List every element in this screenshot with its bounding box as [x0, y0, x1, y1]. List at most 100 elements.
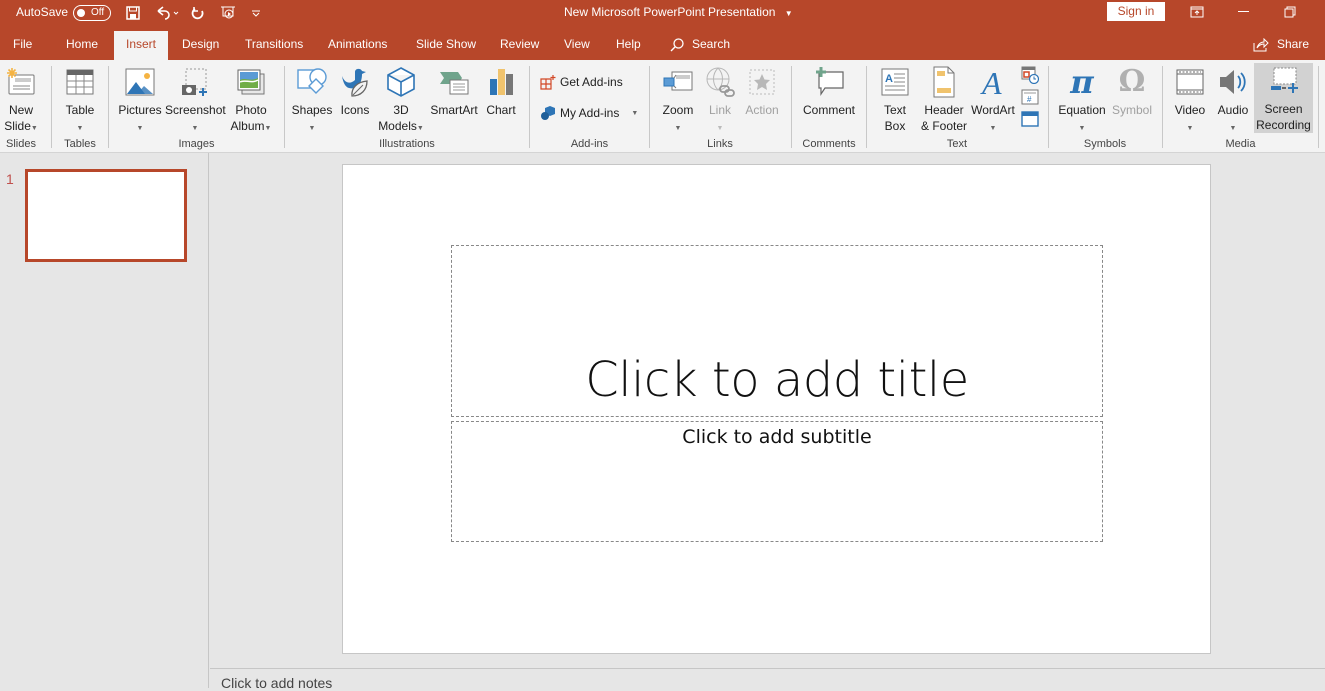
- share-label: Share: [1277, 37, 1310, 51]
- group-illustrations: Shapes ▼ Icons 3D Models▼ SmartArt Chart…: [285, 60, 529, 152]
- customize-toolbar-icon[interactable]: [247, 4, 265, 22]
- 3d-models-button[interactable]: 3D Models▼: [377, 64, 425, 137]
- chart-icon: [483, 64, 519, 100]
- dropdown-caret-icon: ▼: [1229, 125, 1237, 132]
- smartart-button[interactable]: SmartArt: [427, 64, 481, 118]
- search-icon: [670, 37, 684, 51]
- audio-button[interactable]: Audio ▼: [1213, 64, 1253, 137]
- 3d-models-label-2: Models: [378, 119, 417, 133]
- svg-text:#: #: [1027, 95, 1032, 104]
- document-title[interactable]: New Microsoft PowerPoint Presentation ▼: [564, 5, 793, 19]
- tab-design[interactable]: Design: [170, 31, 231, 60]
- dropdown-caret-icon: ▼: [674, 125, 682, 132]
- share-icon: [1253, 37, 1269, 51]
- get-addins-button[interactable]: Get Add-ins: [540, 74, 623, 90]
- shapes-label: Shapes: [291, 103, 333, 117]
- dropdown-caret-icon: ▼: [1186, 125, 1194, 132]
- photo-album-button[interactable]: Photo Album▼: [227, 64, 275, 137]
- smartart-label: SmartArt: [430, 103, 478, 117]
- pictures-button[interactable]: Pictures ▼: [117, 64, 163, 137]
- pictures-icon: [117, 64, 163, 100]
- notes-placeholder[interactable]: Click to add notes: [221, 675, 332, 691]
- action-button[interactable]: Action: [740, 64, 784, 118]
- link-button[interactable]: Link ▼: [702, 64, 738, 137]
- title-bar: AutoSave Off New Microsoft PowerPoint Pr…: [0, 0, 1325, 26]
- screen-recording-button[interactable]: Screen Recording: [1254, 63, 1313, 133]
- group-label-tables: Tables: [64, 138, 96, 150]
- my-addins-icon: [541, 106, 555, 120]
- link-icon: [702, 64, 738, 100]
- restore-icon[interactable]: [1280, 3, 1300, 21]
- wordart-button[interactable]: A WordArt ▼: [971, 64, 1015, 137]
- group-comments: Comment Comments: [792, 60, 866, 152]
- dropdown-caret-icon: ▼: [416, 125, 424, 132]
- photo-album-label-1: Photo: [235, 103, 267, 117]
- header-footer-icon: [917, 64, 971, 100]
- share-button[interactable]: Share: [1253, 31, 1309, 58]
- get-addins-icon: [540, 75, 556, 90]
- title-placeholder[interactable]: Click to add title: [451, 245, 1103, 417]
- dropdown-caret-icon: ▼: [308, 125, 316, 132]
- object-icon[interactable]: [1019, 108, 1041, 130]
- tab-review[interactable]: Review: [488, 31, 551, 60]
- group-slides: New Slide▼ Slides: [0, 60, 42, 152]
- dropdown-caret-icon: ▼: [1078, 125, 1086, 132]
- slide-canvas: Click to add title Click to add subtitle: [342, 164, 1211, 654]
- comment-icon: [798, 64, 860, 100]
- sign-in-button[interactable]: Sign in: [1107, 2, 1165, 21]
- my-addins-button[interactable]: My Add-ins ▼: [540, 105, 638, 121]
- ribbon-display-options-icon[interactable]: [1187, 3, 1207, 21]
- slide-number-icon[interactable]: #: [1019, 86, 1041, 108]
- tab-home[interactable]: Home: [54, 31, 110, 60]
- symbol-button[interactable]: Ω Symbol: [1109, 64, 1155, 118]
- header-footer-label-2: & Footer: [920, 119, 968, 133]
- search-box[interactable]: Search: [670, 31, 730, 58]
- video-button[interactable]: Video ▼: [1171, 64, 1209, 137]
- comment-label: Comment: [802, 103, 855, 117]
- minimize-icon[interactable]: [1234, 3, 1254, 21]
- tab-insert[interactable]: Insert: [114, 31, 169, 60]
- subtitle-placeholder[interactable]: Click to add subtitle: [451, 421, 1103, 542]
- save-icon[interactable]: [124, 4, 142, 22]
- wordart-icon: A: [971, 64, 1015, 100]
- tab-transitions[interactable]: Transitions: [233, 31, 315, 60]
- chart-button[interactable]: Chart: [483, 64, 519, 118]
- group-label-slides: Slides: [6, 138, 36, 150]
- zoom-label: Zoom: [662, 103, 694, 117]
- equation-button[interactable]: π Equation ▼: [1055, 64, 1109, 137]
- tab-animations[interactable]: Animations: [316, 31, 399, 60]
- tab-file[interactable]: File: [1, 31, 44, 60]
- icons-button[interactable]: Icons: [335, 64, 375, 118]
- table-button[interactable]: Table ▼: [62, 64, 98, 137]
- chart-label: Chart: [486, 103, 516, 117]
- dropdown-caret-icon: ▼: [989, 125, 997, 132]
- group-links: Zoom ▼ Link ▼ Action Links: [650, 60, 790, 152]
- video-label: Video: [1174, 103, 1206, 117]
- shapes-button[interactable]: Shapes ▼: [291, 64, 333, 137]
- tab-slide-show[interactable]: Slide Show: [404, 31, 488, 60]
- notes-divider[interactable]: [210, 668, 1325, 669]
- screenshot-button[interactable]: Screenshot ▼: [165, 64, 226, 137]
- new-slide-icon: [2, 64, 40, 100]
- screenshot-icon: [165, 64, 225, 100]
- text-box-button[interactable]: A Text Box: [877, 64, 913, 134]
- tab-view[interactable]: View: [552, 31, 602, 60]
- subtitle-placeholder-text: Click to add subtitle: [682, 426, 872, 448]
- redo-icon[interactable]: [189, 4, 207, 22]
- 3d-models-label-1: 3D: [393, 103, 409, 117]
- slide-thumbnail[interactable]: [25, 169, 187, 262]
- header-footer-button[interactable]: Header & Footer: [917, 64, 971, 134]
- zoom-button[interactable]: Zoom ▼: [658, 64, 698, 137]
- text-box-label-2: Box: [884, 119, 906, 133]
- group-label-media: Media: [1225, 138, 1256, 150]
- tab-help[interactable]: Help: [604, 31, 653, 60]
- action-icon: [740, 64, 784, 100]
- chevron-down-icon: ▼: [784, 9, 793, 18]
- new-slide-button[interactable]: New Slide▼: [2, 64, 40, 137]
- comment-button[interactable]: Comment: [798, 64, 860, 118]
- undo-icon[interactable]: [153, 4, 181, 22]
- group-images: Pictures ▼ Screenshot ▼ Photo Album▼ Ima…: [109, 60, 284, 152]
- date-time-icon[interactable]: [1019, 64, 1041, 86]
- autosave-toggle[interactable]: Off: [73, 5, 111, 21]
- start-from-beginning-icon[interactable]: [219, 4, 237, 22]
